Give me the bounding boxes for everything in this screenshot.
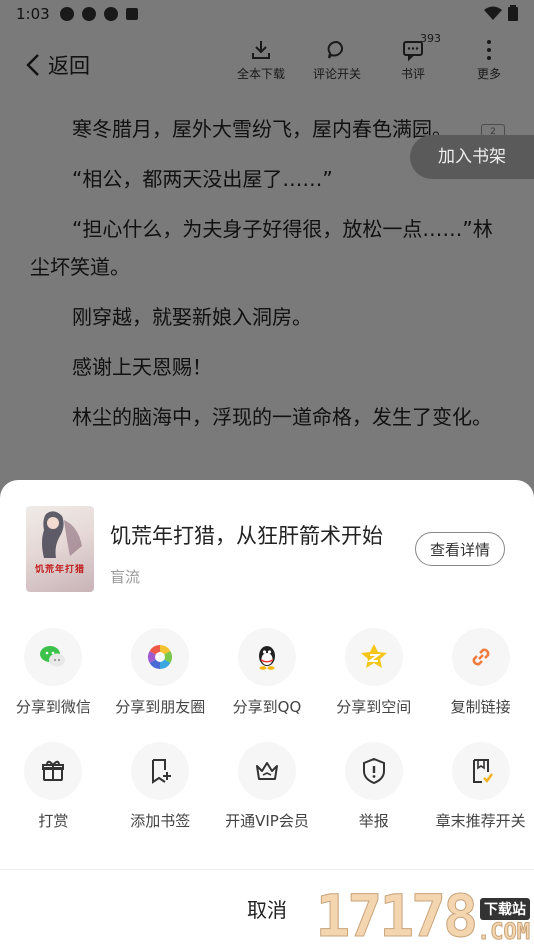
report-icon [362, 757, 385, 785]
tip-circle [24, 742, 83, 800]
share-moments-circle [131, 628, 190, 686]
share-qzone-label: 分享到空间 [336, 698, 412, 716]
chapter-recommend-label: 章末推荐开关 [435, 812, 526, 830]
link-icon [472, 648, 489, 666]
add-bookmark-circle [131, 742, 190, 800]
cover-art [42, 511, 82, 558]
crown-icon [255, 762, 278, 780]
cover-title: 饥荒年打猎 [34, 565, 85, 575]
chapter-recommend-circle [451, 742, 510, 800]
share-sheet: 饥荒年打猎 饥荒年打猎，从狂肝箭术开始 盲流 查看详情 分享到微信 分享到朋友圈… [0, 480, 534, 950]
add-bookmark-label: 添加书签 [130, 812, 191, 830]
report-label: 举报 [358, 812, 389, 830]
share-qq-button[interactable]: 分享到QQ [214, 628, 321, 717]
share-moments-button[interactable]: 分享到朋友圈 [107, 628, 214, 717]
qq-icon [258, 646, 275, 670]
share-qq-label: 分享到QQ [232, 698, 302, 716]
copy-link-button[interactable]: 复制链接 [427, 628, 534, 717]
gift-icon [42, 760, 65, 781]
copy-link-circle [451, 628, 510, 686]
vip-label: 开通VIP会员 [225, 812, 309, 830]
moments-icon [148, 645, 173, 669]
book-cover[interactable]: 饥荒年打猎 [26, 506, 94, 592]
tip-label: 打赏 [38, 812, 69, 830]
add-to-shelf-button[interactable]: 加入书架 [410, 135, 534, 179]
watermark-tag: 下载站 [480, 898, 530, 920]
more-actions: 打赏 添加书签 开通VIP会员 举报 章末推荐开关 [0, 742, 534, 831]
share-wechat-button[interactable]: 分享到微信 [0, 628, 107, 717]
copy-link-label: 复制链接 [450, 698, 511, 716]
watermark-side: 下载站 .COM [477, 898, 530, 946]
book-title: 饥荒年打猎，从狂肝箭术开始 [110, 524, 383, 548]
share-qzone-button[interactable]: 分享到空间 [320, 628, 427, 717]
book-author: 盲流 [110, 568, 141, 586]
share-targets: 分享到微信 分享到朋友圈 分享到QQ 分享到空间 复制链接 [0, 628, 534, 717]
vip-circle [237, 742, 296, 800]
share-qq-circle [237, 628, 296, 686]
view-details-button[interactable]: 查看详情 [415, 532, 505, 566]
vip-button[interactable]: 开通VIP会员 [214, 742, 321, 831]
tip-button[interactable]: 打赏 [0, 742, 107, 831]
report-button[interactable]: 举报 [320, 742, 427, 831]
site-watermark: 17178 下载站 .COM [315, 882, 531, 950]
wechat-icon [40, 646, 66, 667]
recommend-toggle-icon [472, 759, 493, 783]
qzone-icon [360, 644, 387, 668]
share-moments-label: 分享到朋友圈 [115, 698, 206, 716]
share-qzone-circle [344, 628, 403, 686]
add-bookmark-button[interactable]: 添加书签 [107, 742, 214, 831]
chapter-recommend-toggle[interactable]: 章末推荐开关 [427, 742, 534, 831]
watermark-number: 17178 [315, 882, 479, 950]
bookmark-add-icon [152, 759, 172, 784]
report-circle [344, 742, 403, 800]
watermark-domain: .COM [477, 920, 531, 946]
share-wechat-circle [24, 628, 83, 686]
share-wechat-label: 分享到微信 [15, 698, 91, 716]
